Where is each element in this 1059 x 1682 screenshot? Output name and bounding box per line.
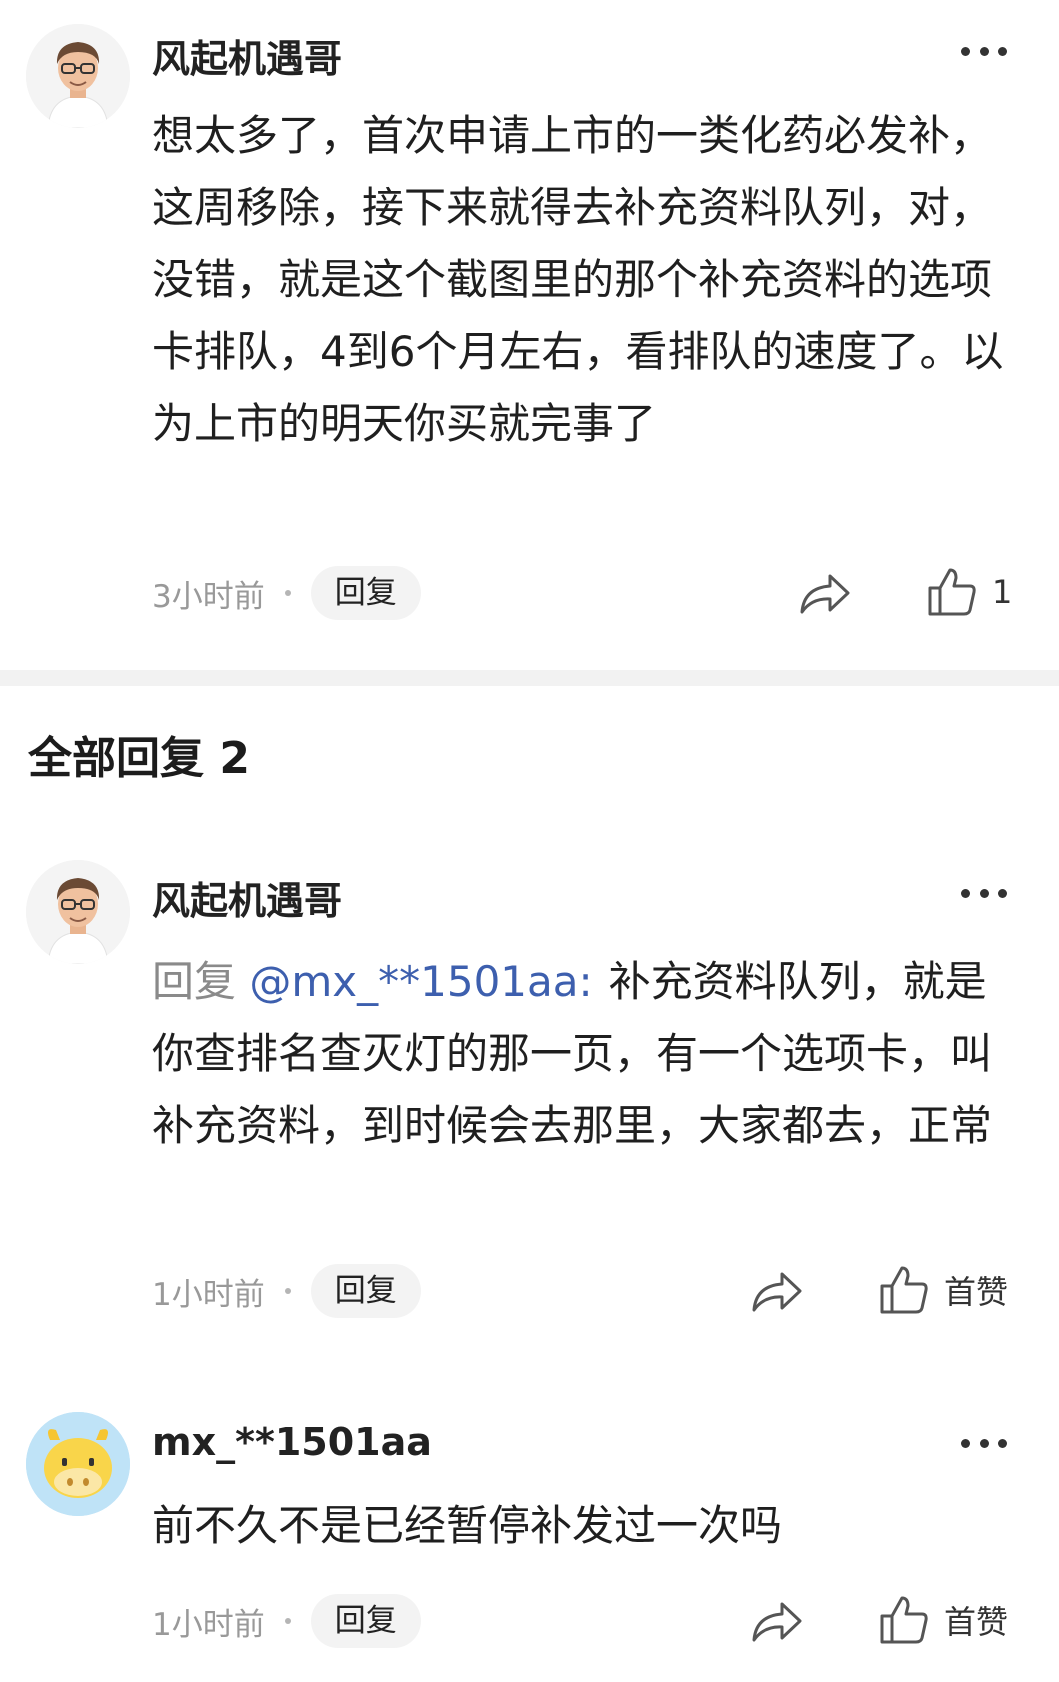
reply-button[interactable]: 回复 (310, 566, 421, 620)
like-count: 1 (992, 573, 1013, 611)
thumbs-up-icon (928, 568, 976, 616)
section-divider (0, 670, 1059, 686)
share-arrow-icon[interactable] (798, 568, 852, 618)
like-label: 首赞 (944, 1603, 1009, 1641)
comment-time: 3小时前 (152, 578, 265, 615)
reply-text: 前不久不是已经暂停补发过一次吗 (152, 1501, 783, 1550)
author-avatar[interactable] (26, 24, 130, 128)
reply-prefix: 回复 (152, 957, 237, 1006)
more-dots-icon[interactable] (961, 1436, 1007, 1450)
author-avatar[interactable] (26, 860, 130, 964)
share-arrow-icon[interactable] (750, 1266, 804, 1316)
comment-meta: 3小时前 回复 (152, 566, 421, 620)
reply-meta: 1小时前 回复 (152, 1594, 421, 1648)
yellow-cow-avatar-icon (26, 1412, 130, 1516)
like-button[interactable]: 1 (926, 566, 1012, 618)
more-dots-icon[interactable] (961, 886, 1007, 900)
separator-dot (284, 1618, 291, 1624)
comment-author[interactable]: 风起机遇哥 (152, 28, 342, 83)
separator-dot (284, 1288, 291, 1294)
reply-meta: 1小时前 回复 (152, 1264, 421, 1318)
replies-section-title: 全部回复 2 (28, 733, 250, 784)
man-with-glasses-avatar-icon (26, 860, 130, 964)
like-button[interactable]: 首赞 (878, 1594, 1008, 1646)
more-dots-icon[interactable] (961, 44, 1007, 58)
reply-button[interactable]: 回复 (310, 1264, 421, 1318)
reply-time: 1小时前 (152, 1606, 265, 1643)
reply-time: 1小时前 (152, 1276, 265, 1313)
thumbs-up-icon (880, 1596, 928, 1644)
like-label: 首赞 (944, 1273, 1009, 1311)
reply-button[interactable]: 回复 (310, 1594, 421, 1648)
mention-link[interactable]: @mx_**1501aa: (249, 957, 592, 1006)
man-with-glasses-avatar-icon (26, 24, 130, 128)
reply-text-block: 回复 @mx_**1501aa: 补充资料队列，就是你查排名查灭灯的那一页，有一个… (152, 946, 1012, 1162)
reply-author[interactable]: 风起机遇哥 (152, 870, 342, 925)
reply-author[interactable]: mx_**1501aa (152, 1420, 432, 1464)
like-button[interactable]: 首赞 (878, 1264, 1008, 1316)
share-arrow-icon[interactable] (750, 1596, 804, 1646)
thumbs-up-icon (880, 1266, 928, 1314)
separator-dot (284, 590, 291, 596)
author-avatar[interactable] (26, 1412, 130, 1516)
comment-text: 想太多了，首次申请上市的一类化药必发补，这周移除，接下来就得去补充资料队列，对，… (152, 111, 1004, 448)
